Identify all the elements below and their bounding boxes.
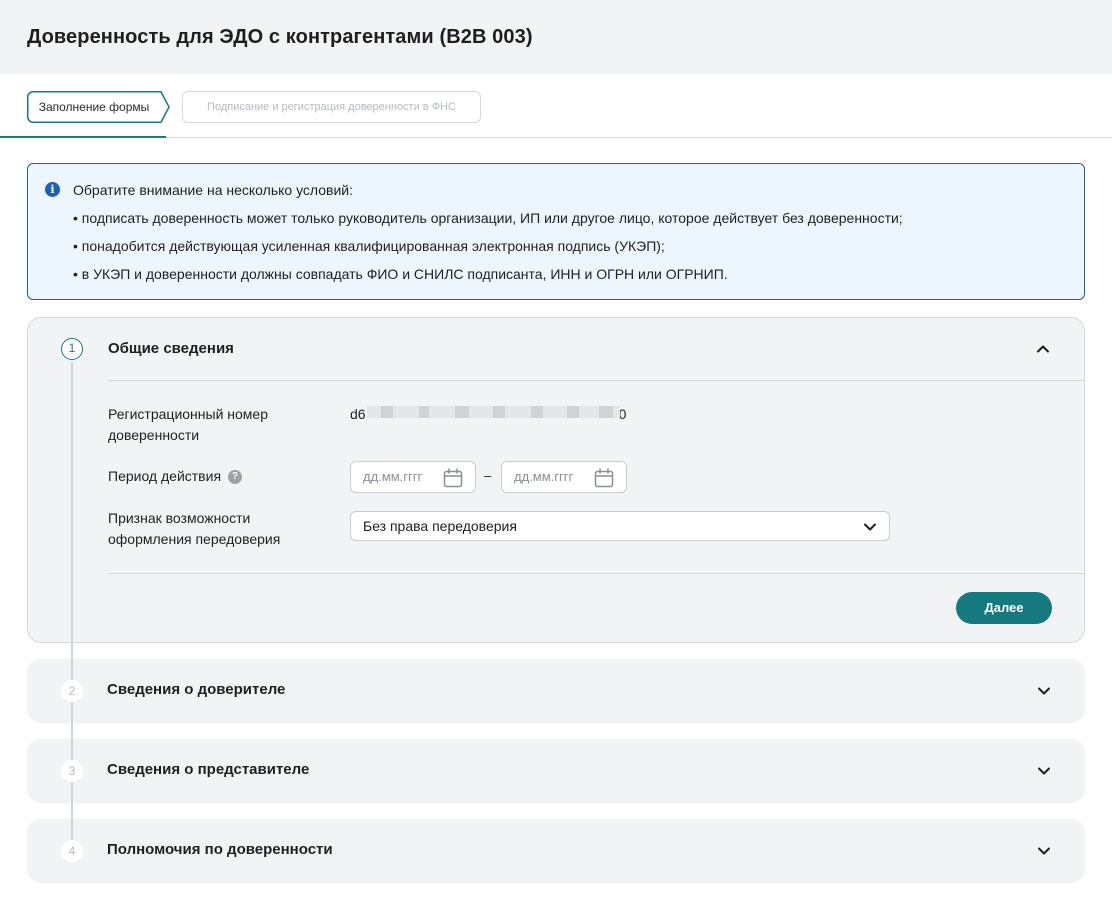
notice-item: • в УКЭП и доверенности должны совпадать… [73, 266, 728, 282]
section-title: Полномочия по доверенности [107, 841, 333, 858]
section-number-4: 4 [61, 840, 83, 862]
chevron-down-icon[interactable] [1037, 844, 1051, 858]
reg-number-prefix: d6 [350, 406, 366, 422]
date-to-input[interactable]: дд.мм.гггг [501, 461, 627, 493]
info-icon: i [45, 182, 60, 197]
section-representative-info[interactable]: Сведения о представителе [27, 739, 1085, 803]
section-principal-info[interactable]: Сведения о доверителе [27, 659, 1085, 723]
date-to-placeholder: дд.мм.гггг [514, 469, 574, 484]
period-label: Период действия ? [108, 466, 242, 487]
date-from-placeholder: дд.мм.гггг [363, 469, 423, 484]
section-title[interactable]: Общие сведения [108, 340, 234, 357]
page-header: Доверенность для ЭДО с контрагентами (B2… [0, 0, 1112, 74]
step-sign-register: Подписание и регистрация доверенности в … [182, 91, 481, 123]
stepper: Заполнение формы Подписание и регистраци… [0, 74, 1112, 138]
reg-number-label: Регистрационный номер доверенности [108, 404, 268, 446]
section-number-3: 3 [61, 760, 83, 782]
step-fill-form[interactable]: Заполнение формы [27, 91, 175, 123]
chevron-down-icon[interactable] [1037, 764, 1051, 778]
section-title: Сведения о доверителе [107, 681, 286, 698]
info-notice: i Обратите внимание на несколько условий… [27, 163, 1085, 300]
date-separator: – [484, 468, 492, 483]
next-button[interactable]: Далее [956, 592, 1052, 624]
step-fill-form-label: Заполнение формы [38, 100, 150, 114]
reg-number-label-line2: доверенности [108, 427, 200, 443]
calendar-icon[interactable] [443, 468, 463, 488]
divider [108, 573, 1084, 574]
chevron-down-icon [864, 523, 876, 531]
redelegation-label-line2: оформления передоверия [108, 531, 281, 547]
section-powers[interactable]: Полномочия по доверенности [27, 819, 1085, 883]
section-general-info: Общие сведения Регистрационный номер дов… [27, 317, 1085, 643]
redelegation-label-line1: Признак возможности [108, 510, 251, 526]
reg-number-label-line1: Регистрационный номер [108, 406, 268, 422]
notice-item: • подписать доверенность может только ру… [73, 210, 903, 226]
reg-number-mask [367, 406, 620, 418]
redelegation-label: Признак возможности оформления передовер… [108, 508, 280, 550]
section-title: Сведения о представителе [107, 761, 310, 778]
divider [108, 380, 1084, 381]
calendar-icon[interactable] [594, 468, 614, 488]
date-from-input[interactable]: дд.мм.гггг [350, 461, 476, 493]
page-title: Доверенность для ЭДО с контрагентами (B2… [27, 25, 533, 48]
chevron-up-icon[interactable] [1036, 342, 1050, 356]
redelegation-select[interactable]: Без права передоверия [350, 511, 890, 541]
redelegation-selected-value: Без права передоверия [363, 518, 517, 534]
chevron-down-icon[interactable] [1037, 684, 1051, 698]
notice-item: • понадобится действующая усиленная квал… [73, 238, 665, 254]
period-label-text: Период действия [108, 468, 222, 484]
notice-title: Обратите внимание на несколько условий: [73, 182, 353, 198]
section-number-2: 2 [61, 680, 83, 702]
section-number-1: 1 [61, 338, 83, 360]
active-step-indicator [0, 136, 166, 138]
help-icon[interactable]: ? [227, 470, 242, 485]
